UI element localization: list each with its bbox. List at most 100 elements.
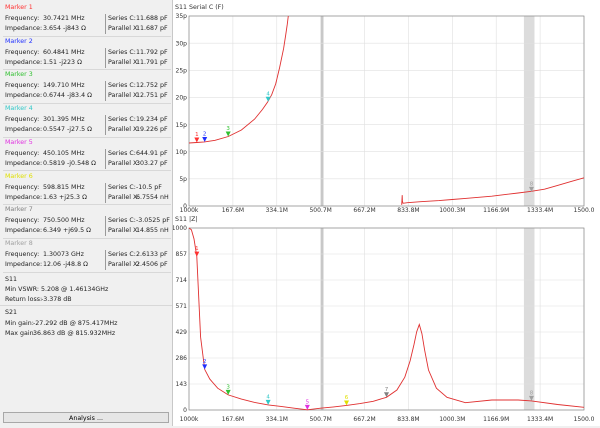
marker-frequency-label: Frequency: [5, 149, 40, 157]
marker-number-label: 8 [530, 181, 534, 187]
marker-frequency-value: 750.500 MHz [43, 217, 85, 225]
marker-series-label: Series C: [108, 116, 136, 124]
marker-number-label: 5 [306, 399, 310, 405]
s11-return-loss-label: Return loss: [5, 296, 43, 303]
marker-number-label: 8 [530, 390, 534, 396]
y-tick-label: 1000 [173, 225, 187, 232]
analysis-button[interactable]: Analysis ... [3, 412, 169, 423]
x-tick-label: 334.1M [266, 416, 288, 423]
y-tick-label: 20p [176, 95, 188, 102]
x-tick-label: 1500.0 [574, 207, 595, 214]
x-tick-label: 833.8M [397, 416, 419, 423]
marker-series-label: Series C: [108, 15, 136, 22]
marker-block-7[interactable]: Marker 7 Frequency: 750.500 MHz Impedance: 6… [3, 206, 171, 240]
marker-number-label: 6 [345, 395, 349, 401]
marker-block-1[interactable]: Marker 1 Frequency: 30.7421 MHz Impedance: 3… [3, 4, 171, 38]
x-tick-label: 167.6M [222, 207, 244, 214]
gray-band [523, 16, 535, 206]
charts-svg: S11 Serial C (F) 1000k 167.6M 334.1M 500.7M 6… [172, 4, 595, 423]
marker-frequency-label: Frequency: [5, 82, 40, 90]
marker-block-8[interactable]: Marker 8 Frequency: 1.30073 GHz Impedance: 1… [3, 240, 171, 274]
marker-frequency-value: 149.710 MHz [43, 82, 85, 90]
marker-divider [3, 271, 171, 273]
y-tick-label: 5p [179, 176, 187, 183]
marker-impedance-value: 12.06 -j48.8 Ω [43, 260, 88, 268]
marker-number-label: 4 [266, 394, 270, 400]
x-tick-label: 1333.4M [527, 207, 553, 214]
marker-block-5[interactable]: Marker 5 Frequency: 450.105 MHz Impedance: 0… [3, 139, 171, 173]
marker-title: Marker 3 [5, 71, 33, 79]
charts-area: S11 Serial C (F) 1000k 167.6M 334.1M 500.7M 6… [172, 0, 600, 426]
marker-number-label: 1 [195, 132, 199, 138]
marker-block-2[interactable]: Marker 2 Frequency: 60.4841 MHz Impedance: 1… [3, 38, 171, 72]
marker-series-label: Series C: [108, 183, 136, 191]
x-tick-label: 667.2M [353, 207, 375, 214]
series-line [401, 177, 585, 205]
s11-return-loss-value: -3.378 dB [41, 296, 72, 303]
marker-frequency-value: 60.4841 MHz [43, 48, 85, 56]
marker-series-label: Series C: [108, 149, 136, 157]
marker-title: Marker 5 [5, 138, 33, 146]
marker-frequency-value: 301.395 MHz [43, 116, 85, 124]
marker-impedance-value: 0.5819 -j0.548 Ω [43, 159, 96, 167]
x-tick-label: 500.7M [309, 416, 331, 423]
marker-parallel-label: Parallel X: [108, 260, 140, 268]
marker-series-label: Series C: [108, 82, 136, 90]
marker-block-6[interactable]: Marker 6 Frequency: 598.815 MHz Impedance: 1… [3, 173, 171, 207]
x-tick-label: 1000.3M [439, 416, 465, 423]
marker-series-value: 11.688 pF [136, 15, 168, 22]
marker-number-label: 4 [266, 91, 270, 97]
marker-block-4[interactable]: Marker 4 Frequency: 301.395 MHz Impedance: 0… [3, 105, 171, 139]
s21-min-gain-label: Min gain: [5, 320, 34, 327]
marker-parallel-label: Parallel X: [108, 25, 140, 32]
marker-triangle [304, 404, 310, 410]
y-tick-label: 30p [176, 40, 188, 47]
x-tick-label: 167.6M [222, 416, 244, 423]
marker-parallel-label: Parallel X: [108, 227, 140, 235]
chart-title: S11 Serial C (F) [175, 4, 224, 11]
marker-title: Marker 1 [5, 4, 33, 11]
marker-impedance-value: 0.5547 -j27.5 Ω [43, 126, 92, 134]
marker-divider [3, 170, 171, 172]
marker-separator [105, 249, 106, 270]
s21-max-gain: Max gain: 36.863 dB @ 815.932MHz [5, 330, 115, 337]
marker-impedance-label: Impedance: [5, 227, 43, 235]
s11-min-vswr-label: Min VSWR: [5, 286, 40, 293]
marker-impedance-value: 1.51 -j223 Ω [43, 58, 82, 66]
marker-number-label: 1 [195, 246, 199, 252]
marker-series-value: 644.91 pF [136, 149, 168, 157]
marker-block-3[interactable]: Marker 3 Frequency: 149.710 MHz Impedance: 0… [3, 71, 171, 105]
marker-series-label: Series C: [108, 217, 136, 225]
marker-parallel-label: Parallel X: [108, 126, 140, 134]
marker-separator [105, 14, 106, 34]
s21-max-gain-value: 36.863 dB @ 815.932MHz [33, 330, 116, 337]
series-line [188, 15, 289, 144]
marker-triangle [194, 137, 200, 143]
x-tick-label: 1500.0 [574, 416, 595, 423]
marker-parallel-value: 2.4506 pF [136, 260, 168, 268]
x-tick-label: 334.1M [266, 207, 288, 214]
marker-number-label: 3 [226, 384, 230, 390]
marker-separator [105, 148, 106, 169]
s11-min-vswr: Min VSWR: 5.208 @ 1.46134GHz [5, 286, 108, 293]
marker-parallel-value: 303.27 pF [136, 159, 168, 167]
y-tick-label: 0 [183, 407, 187, 414]
marker-impedance-label: Impedance: [5, 193, 43, 201]
chart-title: S11 |Z| [175, 216, 198, 223]
marker-series-value: 12.752 pF [136, 82, 168, 90]
y-tick-label: 714 [176, 277, 188, 284]
s21-min-gain: Min gain: -27.292 dB @ 875.417MHz [5, 320, 117, 327]
marker-number-label: 3 [226, 126, 230, 132]
marker-series-value: -3.0525 pF [136, 217, 170, 225]
marker-impedance-label: Impedance: [5, 126, 43, 134]
marker-frequency-label: Frequency: [5, 15, 40, 22]
marker-frequency-label: Frequency: [5, 217, 40, 225]
marker-separator [105, 81, 106, 102]
marker-frequency-value: 1.30073 GHz [43, 250, 84, 258]
marker-title: Marker 6 [5, 172, 33, 180]
marker-series-value: -10.5 pF [136, 183, 162, 191]
marker-parallel-value: 11.687 pF [136, 25, 168, 32]
marker-series-value: 2.6133 pF [136, 250, 168, 258]
marker-impedance-value: 6.349 +j69.5 Ω [43, 227, 91, 235]
marker-title: Marker 2 [5, 37, 33, 45]
